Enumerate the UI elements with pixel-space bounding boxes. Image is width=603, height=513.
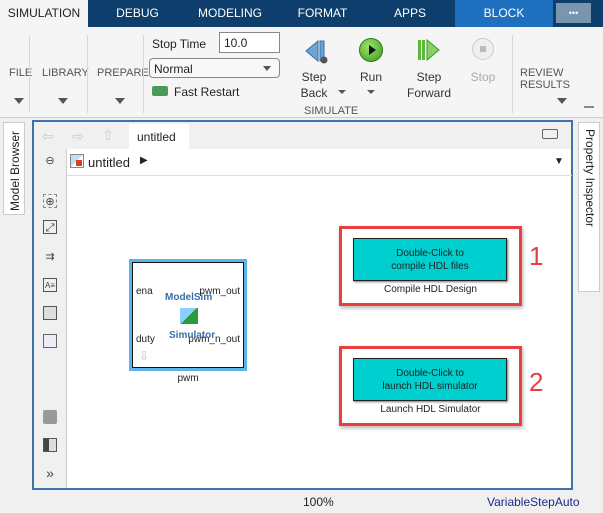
more-tabs-button[interactable]: ••• [556,3,591,23]
chevron-down-icon[interactable] [115,98,125,104]
step-number-1: 1 [529,241,544,271]
compile-hdl-caption: Compile HDL Design [384,284,477,295]
chevron-down-icon[interactable] [58,98,68,104]
zoom-level: 100% [303,495,334,509]
block-subtitle: Simulator [169,330,216,341]
launch-hdl-caption: Launch HDL Simulator [380,404,481,415]
stop-icon[interactable] [472,38,494,60]
breadcrumb: untitled ▶ ▼ [67,150,572,176]
collapse-ribbon-icon[interactable] [584,106,594,114]
run-button[interactable]: Run [351,69,391,85]
launch-hdl-block[interactable]: Double-Click to launch HDL simulator [353,358,507,401]
chevron-down-icon[interactable] [557,98,567,104]
tab-debug[interactable]: DEBUG [100,0,175,27]
tab-modeling[interactable]: MODELING [185,0,275,27]
prepare-button[interactable]: PREPARE [97,67,149,79]
back-arrow-icon[interactable]: ⇦ [42,128,54,145]
step-forward-icon[interactable] [416,38,442,67]
tab-apps[interactable]: APPS [380,0,440,27]
fast-restart-button[interactable]: Fast Restart [174,85,239,99]
block-title: ModelSim [165,292,213,303]
step-back-label[interactable]: Step Back [294,69,334,101]
model-editor: ⇦ ⇨ ⇧ untitled ⊖ ⊕ ⤢ ⇉ A≡ » untitled ▶ ▼… [32,120,573,490]
compile-hdl-block[interactable]: Double-Click to compile HDL files [353,238,507,281]
run-icon[interactable] [359,38,383,62]
zoom-in-icon[interactable]: ⊕ [43,194,57,208]
breadcrumb-arrow-icon[interactable]: ▶ [140,155,148,166]
stop-time-label: Stop Time [152,37,207,51]
annotation-icon[interactable]: A≡ [43,278,57,292]
step-number-2: 2 [529,367,544,397]
model-data-icon[interactable] [43,438,57,452]
keyboard-icon[interactable] [542,129,558,139]
tab-format[interactable]: FORMAT [285,0,360,27]
breadcrumb-untitled[interactable]: untitled [88,155,130,170]
hide-browser-icon[interactable]: ⊖ [43,154,57,168]
review-results-button[interactable]: REVIEW RESULTS [520,67,603,91]
model-browser-tab[interactable]: Model Browser [3,122,25,215]
port-ena: ena [136,286,153,297]
image-icon[interactable] [43,306,57,320]
down-arrow-icon: ⇩ [139,349,150,363]
step-forward-label[interactable]: Step Forward [404,69,454,101]
stop-button[interactable]: Stop [463,69,503,85]
camera-icon[interactable] [43,410,57,424]
step-back-icon[interactable] [304,39,328,64]
simulate-group-label: SIMULATE [304,105,359,117]
port-duty: duty [136,334,155,345]
forward-arrow-icon[interactable]: ⇨ [72,128,84,145]
signal-routing-icon[interactable]: ⇉ [43,250,57,264]
fit-to-view-icon[interactable]: ⤢ [43,220,57,234]
tab-block[interactable]: BLOCK [455,0,553,27]
expand-palette-icon[interactable]: » [43,466,57,480]
model-icon [70,154,84,168]
pwm-block-name: pwm [177,373,199,384]
solver-link[interactable]: VariableStepAuto [487,495,580,509]
breadcrumb-dropdown-icon[interactable]: ▼ [554,156,564,167]
stop-time-input[interactable]: 10.0 [219,32,280,53]
model-canvas[interactable]: untitled ▶ ▼ ena duty pwm_out pwm_n_out … [66,149,572,488]
ribbon: FILE LIBRARY PREPARE Stop Time 10.0 Norm… [0,27,603,118]
mode-value: Normal [154,62,193,76]
fast-restart-icon [152,86,168,96]
simulation-mode-select[interactable]: Normal [149,58,280,78]
area-icon[interactable] [43,334,57,348]
chevron-down-icon[interactable] [14,98,24,104]
library-button[interactable]: LIBRARY [42,67,89,79]
pwm-block[interactable]: ena duty pwm_out pwm_n_out ModelSim Simu… [129,259,247,371]
tab-simulation[interactable]: SIMULATION [0,0,88,27]
tab-untitled[interactable]: untitled [129,124,189,149]
modelsim-icon [180,308,198,324]
ribbon-tab-bar: SIMULATION DEBUG MODELING FORMAT APPS BL… [0,0,603,27]
property-inspector-tab[interactable]: Property Inspector [578,122,600,292]
up-arrow-icon[interactable]: ⇧ [102,127,114,144]
